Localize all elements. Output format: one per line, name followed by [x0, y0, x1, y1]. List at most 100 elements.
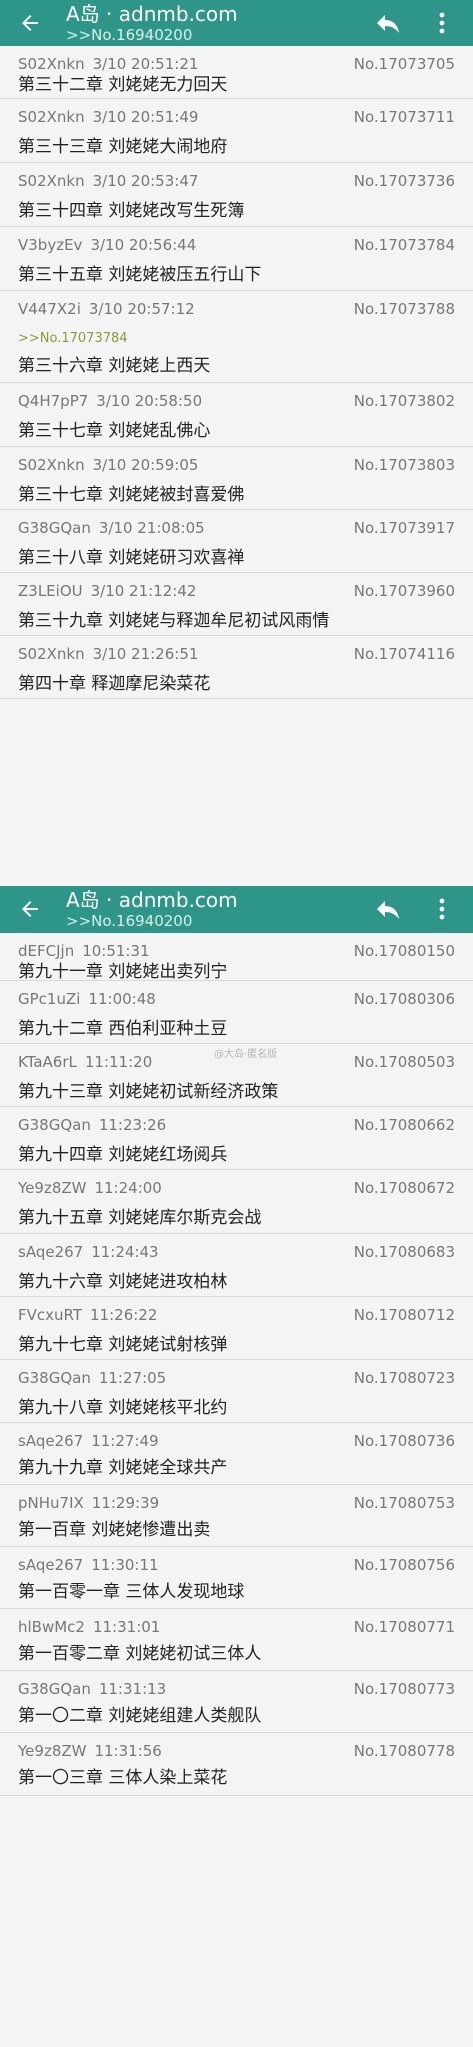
- post-time: 11:24:00: [94, 1179, 162, 1197]
- post-meta: sAqe267 11:30:11 No.17080756: [18, 1556, 455, 1574]
- page-title: A岛 · adnmb.com: [66, 2, 238, 26]
- post-content: 第一百章 刘姥姥惨遭出卖: [18, 1520, 211, 1540]
- post-content: 第九十四章 刘姥姥红场阅兵: [18, 1145, 228, 1165]
- post-item[interactable]: sAqe267 11:24:43 No.17080683 第九十六章 刘姥姥进攻柏林: [0, 1234, 473, 1297]
- post-content: 第一百零一章 三体人发现地球: [18, 1582, 245, 1602]
- reply-icon[interactable]: [375, 898, 401, 920]
- post-item[interactable]: Q4H7pP7 3/10 20:58:50 No.17073802 第三十七章 刘姥姥…: [0, 383, 473, 447]
- post-meta: Ye9z8ZW 11:31:56 No.17080778: [18, 1742, 455, 1760]
- user-id: V447X2i: [18, 300, 81, 318]
- post-number: No.17073960: [353, 582, 455, 600]
- app-bar: A岛 · adnmb.com >>No.16940200: [0, 886, 473, 933]
- user-id: FVcxuRT: [18, 1306, 83, 1324]
- post-time: 11:31:13: [98, 1680, 167, 1698]
- post-number: No.17073705: [353, 55, 455, 73]
- post-content: 第一〇三章 三体人染上菜花: [18, 1768, 228, 1788]
- post-content: 第三十二章 刘姥姥无力回天: [18, 75, 228, 95]
- post-meta: V3byzEv 3/10 20:56:44 No.17073784: [18, 236, 455, 254]
- post-content: 第四十章 释迦摩尼染菜花: [18, 674, 211, 694]
- back-arrow-icon[interactable]: [18, 11, 42, 35]
- post-item[interactable]: G38GQan 11:31:13 No.17080773 第一〇二章 刘姥姥组建人类舰…: [0, 1671, 473, 1733]
- post-time: 3/10 21:26:51: [92, 645, 199, 663]
- post-time: 3/10 21:08:05: [98, 519, 205, 537]
- post-list: dEFCJjn 10:51:31 No.17080150 第九十一章 刘姥姥出卖列宁 G…: [0, 933, 473, 1796]
- post-item[interactable]: S02Xnkn 3/10 20:59:05 No.17073803 第三十七章 刘姥姥…: [0, 447, 473, 510]
- post-time: 3/10 20:56:44: [90, 236, 197, 254]
- quote-link[interactable]: >>No.17073784: [18, 331, 128, 346]
- post-number: No.17073803: [353, 456, 455, 474]
- user-id: G38GQan: [18, 1680, 91, 1698]
- post-time: 11:00:48: [88, 990, 156, 1008]
- more-options-icon[interactable]: [438, 897, 446, 921]
- post-item[interactable]: G38GQan 11:27:05 No.17080723 第九十八章 刘姥姥核平北约: [0, 1360, 473, 1423]
- post-number: No.17080150: [353, 942, 455, 960]
- post-content: 第三十八章 刘姥姥研习欢喜禅: [18, 548, 245, 568]
- post-item[interactable]: pNHu7IX 11:29:39 No.17080753 第一百章 刘姥姥惨遭出卖: [0, 1485, 473, 1547]
- post-list: S02Xnkn 3/10 20:51:21 No.17073705 第三十二章 刘姥姥…: [0, 46, 473, 699]
- post-number: No.17080771: [353, 1618, 455, 1636]
- post-content: 第九十一章 刘姥姥出卖列宁: [18, 962, 228, 982]
- post-item[interactable]: sAqe267 11:27:49 No.17080736 第九十九章 刘姥姥全球共产: [0, 1423, 473, 1485]
- user-id: V3byzEv: [18, 236, 83, 254]
- post-meta: GPc1uZi 11:00:48 No.17080306: [18, 990, 455, 1008]
- post-number: No.17080736: [353, 1432, 455, 1450]
- post-item[interactable]: V3byzEv 3/10 20:56:44 No.17073784 第三十五章 刘姥姥…: [0, 227, 473, 291]
- post-meta: G38GQan 11:31:13 No.17080773: [18, 1680, 455, 1698]
- post-content: 第三十六章 刘姥姥上西天: [18, 356, 211, 376]
- post-item[interactable]: dEFCJjn 10:51:31 No.17080150 第九十一章 刘姥姥出卖列宁: [0, 933, 473, 982]
- post-meta: FVcxuRT 11:26:22 No.17080712: [18, 1306, 455, 1324]
- post-item[interactable]: Ye9z8ZW 11:24:00 No.17080672 第九十五章 刘姥姥库尔斯克会…: [0, 1170, 473, 1234]
- post-number: No.17073736: [353, 172, 455, 190]
- post-item[interactable]: S02Xnkn 3/10 21:26:51 No.17074116 第四十章 释迦摩尼…: [0, 636, 473, 699]
- post-item[interactable]: V447X2i 3/10 20:57:12 No.17073788 >>No.1707…: [0, 291, 473, 383]
- post-item[interactable]: S02Xnkn 3/10 20:51:49 No.17073711 第三十三章 刘姥姥…: [0, 99, 473, 163]
- post-number: No.17080753: [353, 1494, 455, 1512]
- title-block: A岛 · adnmb.com >>No.16940200: [66, 888, 238, 930]
- post-number: No.17073917: [353, 519, 455, 537]
- user-id: G38GQan: [18, 1369, 91, 1387]
- post-item[interactable]: GPc1uZi 11:00:48 No.17080306 第九十二章 西伯利亚种土豆: [0, 981, 473, 1044]
- post-content: 第三十七章 刘姥姥被封喜爱佛: [18, 485, 245, 505]
- post-meta: Ye9z8ZW 11:24:00 No.17080672: [18, 1179, 455, 1197]
- thread-number: >>No.16940200: [66, 912, 193, 930]
- post-item[interactable]: G38GQan 11:23:26 No.17080662 第九十四章 刘姥姥红场阅兵: [0, 1107, 473, 1170]
- post-item[interactable]: S02Xnkn 3/10 20:53:47 No.17073736 第三十四章 刘姥姥…: [0, 163, 473, 227]
- post-meta: G38GQan 11:23:26 No.17080662: [18, 1116, 455, 1134]
- user-id: sAqe267: [18, 1432, 84, 1450]
- post-content: 第九十二章 西伯利亚种土豆: [18, 1019, 228, 1039]
- post-time: 11:27:05: [98, 1369, 167, 1387]
- post-content: 第九十六章 刘姥姥进攻柏林: [18, 1272, 228, 1292]
- post-time: 3/10 20:58:50: [96, 392, 203, 410]
- post-time: 11:30:11: [91, 1556, 159, 1574]
- user-id: KTaA6rL: [18, 1053, 77, 1071]
- screenshot-top: A岛 · adnmb.com >>No.16940200 S02Xnkn 3/10…: [0, 0, 473, 886]
- more-options-icon[interactable]: [438, 11, 446, 35]
- post-item[interactable]: S02Xnkn 3/10 20:51:21 No.17073705 第三十二章 刘姥姥…: [0, 46, 473, 99]
- post-item[interactable]: hlBwMc2 11:31:01 No.17080771 第一百零二章 刘姥姥初试三体…: [0, 1609, 473, 1671]
- post-item[interactable]: Ye9z8ZW 11:31:56 No.17080778 第一〇三章 三体人染上菜花: [0, 1733, 473, 1796]
- post-item[interactable]: Z3LEiOU 3/10 21:12:42 No.17073960 第三十九章 刘姥姥…: [0, 573, 473, 636]
- post-content: 第九十八章 刘姥姥核平北约: [18, 1398, 228, 1418]
- post-number: No.17073802: [353, 392, 455, 410]
- user-id: Ye9z8ZW: [18, 1179, 87, 1197]
- post-content: 第三十七章 刘姥姥乱佛心: [18, 421, 211, 441]
- watermark: @大岛·匿名版: [214, 1049, 278, 1060]
- post-time: 11:26:22: [90, 1306, 158, 1324]
- post-meta: S02Xnkn 3/10 20:59:05 No.17073803: [18, 456, 455, 474]
- user-id: S02Xnkn: [18, 108, 85, 126]
- reply-icon[interactable]: [375, 12, 401, 34]
- user-id: G38GQan: [18, 1116, 91, 1134]
- title-block: A岛 · adnmb.com >>No.16940200: [66, 2, 238, 44]
- post-meta: Q4H7pP7 3/10 20:58:50 No.17073802: [18, 392, 455, 410]
- post-time: 3/10 20:57:12: [88, 300, 195, 318]
- back-arrow-icon[interactable]: [18, 897, 42, 921]
- post-item[interactable]: FVcxuRT 11:26:22 No.17080712 第九十七章 刘姥姥试射核弹: [0, 1297, 473, 1360]
- post-item[interactable]: sAqe267 11:30:11 No.17080756 第一百零一章 三体人发现地球: [0, 1547, 473, 1609]
- user-id: G38GQan: [18, 519, 91, 537]
- post-time: 3/10 20:53:47: [92, 172, 199, 190]
- post-meta: pNHu7IX 11:29:39 No.17080753: [18, 1494, 455, 1512]
- post-number: No.17080672: [353, 1179, 455, 1197]
- app-bar: A岛 · adnmb.com >>No.16940200: [0, 0, 473, 46]
- post-item[interactable]: G38GQan 3/10 21:08:05 No.17073917 第三十八章 刘姥姥…: [0, 510, 473, 573]
- post-time: 11:24:43: [91, 1243, 159, 1261]
